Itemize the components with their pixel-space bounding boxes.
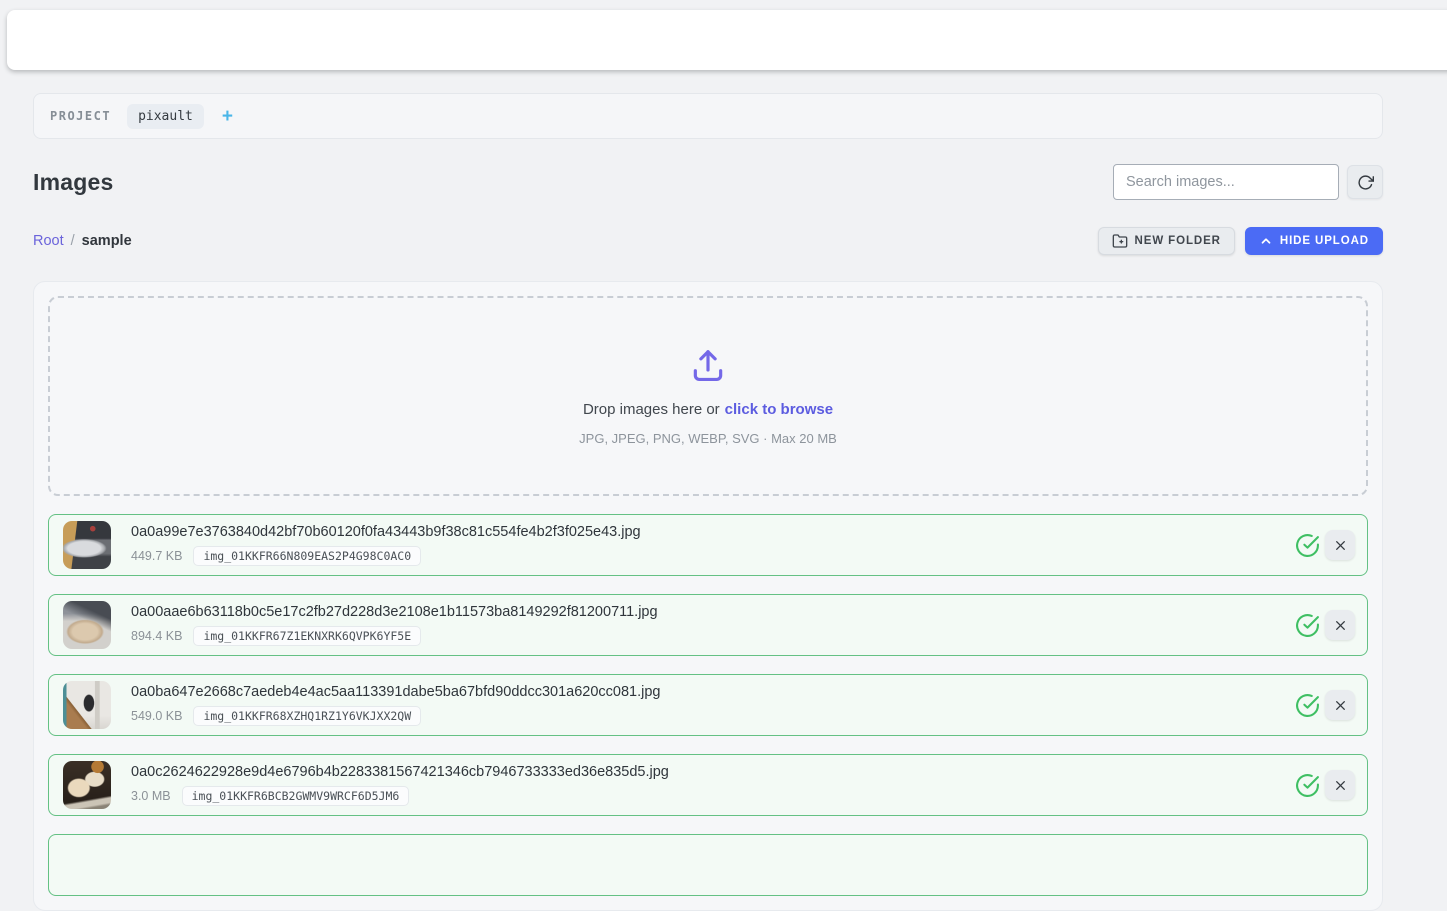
search-area xyxy=(1113,164,1383,200)
close-icon xyxy=(1334,699,1347,712)
uploaded-file-row: 0a0a99e7e3763840d42bf70b60120f0fa43443b9… xyxy=(48,514,1368,576)
upload-success-icon xyxy=(1295,693,1320,718)
file-name: 0a0a99e7e3763840d42bf70b60120f0fa43443b9… xyxy=(131,524,1295,540)
hide-upload-button[interactable]: HIDE UPLOAD xyxy=(1245,227,1383,255)
upload-dropzone[interactable]: Drop images here or click to browse JPG, … xyxy=(48,296,1368,496)
project-name-badge[interactable]: pixault xyxy=(127,104,204,129)
file-name: 0a00aae6b63118b0c5e17c2fb27d228d3e2108e1… xyxy=(131,604,1295,620)
remove-file-button[interactable] xyxy=(1325,770,1355,800)
remove-file-button[interactable] xyxy=(1325,610,1355,640)
uploaded-file-row: 0a0c2624622928e9d4e6796b4b22833815674213… xyxy=(48,754,1368,816)
upload-icon xyxy=(689,347,727,385)
file-size: 449.7 KB xyxy=(131,549,182,563)
breadcrumb-row: Root/sample NEW FOLDER xyxy=(33,227,1383,255)
file-info: 0a0a99e7e3763840d42bf70b60120f0fa43443b9… xyxy=(131,524,1295,566)
app-topbar xyxy=(7,10,1447,70)
uploaded-file-row: 0a00aae6b63118b0c5e17c2fb27d228d3e2108e1… xyxy=(48,594,1368,656)
dropzone-text: Drop images here or click to browse xyxy=(583,401,833,418)
upload-success-icon xyxy=(1295,613,1320,638)
file-meta: 894.4 KB img_01KKFR67Z1EKNXRK6QVPK6YF5E xyxy=(131,626,1295,646)
file-size: 894.4 KB xyxy=(131,629,182,643)
hide-upload-label: HIDE UPLOAD xyxy=(1280,235,1369,247)
folder-actions: NEW FOLDER HIDE UPLOAD xyxy=(1098,227,1383,255)
breadcrumb-separator: / xyxy=(64,233,82,249)
chevron-up-icon xyxy=(1259,234,1273,248)
folder-plus-icon xyxy=(1112,233,1128,249)
file-meta: 549.0 KB img_01KKFR68XZHQ1RZ1Y6VKJXX2QW xyxy=(131,706,1295,726)
file-size: 549.0 KB xyxy=(131,709,182,723)
file-info: 0a0c2624622928e9d4e6796b4b22833815674213… xyxy=(131,764,1295,806)
file-id-badge: img_01KKFR67Z1EKNXRK6QVPK6YF5E xyxy=(193,626,421,646)
add-project-icon[interactable]: + xyxy=(220,107,235,126)
file-info: 0a00aae6b63118b0c5e17c2fb27d228d3e2108e1… xyxy=(131,604,1295,646)
file-name: 0a0ba647e2668c7aedeb4e4ac5aa113391dabe5b… xyxy=(131,684,1295,700)
upload-card: Drop images here or click to browse JPG, … xyxy=(33,281,1383,911)
upload-success-icon xyxy=(1295,773,1320,798)
dropzone-prompt: Drop images here or xyxy=(583,401,720,418)
refresh-icon xyxy=(1357,174,1374,191)
file-id-badge: img_01KKFR66N809EAS2P4G98C0AC0 xyxy=(193,546,421,566)
search-input[interactable] xyxy=(1113,164,1339,200)
close-icon xyxy=(1334,779,1347,792)
uploaded-file-row: 0a0ba647e2668c7aedeb4e4ac5aa113391dabe5b… xyxy=(48,674,1368,736)
close-icon xyxy=(1334,539,1347,552)
upload-list: 0a0a99e7e3763840d42bf70b60120f0fa43443b9… xyxy=(48,514,1368,896)
close-icon xyxy=(1334,619,1347,632)
main-content: PROJECT pixault + Images Root/sample xyxy=(33,93,1383,911)
uploaded-file-row-partial xyxy=(48,834,1368,896)
file-thumbnail xyxy=(63,521,111,569)
upload-success-icon xyxy=(1295,533,1320,558)
file-thumbnail xyxy=(63,681,111,729)
file-meta: 449.7 KB img_01KKFR66N809EAS2P4G98C0AC0 xyxy=(131,546,1295,566)
file-id-badge: img_01KKFR6BCB2GWMV9WRCF6D5JM6 xyxy=(182,786,410,806)
browse-link[interactable]: click to browse xyxy=(725,401,833,418)
file-info: 0a0ba647e2668c7aedeb4e4ac5aa113391dabe5b… xyxy=(131,684,1295,726)
breadcrumb-root-link[interactable]: Root xyxy=(33,233,64,249)
project-label: PROJECT xyxy=(50,109,111,123)
file-id-badge: img_01KKFR68XZHQ1RZ1Y6VKJXX2QW xyxy=(193,706,421,726)
remove-file-button[interactable] xyxy=(1325,530,1355,560)
file-thumbnail xyxy=(63,601,111,649)
header-row: Images xyxy=(33,164,1383,200)
breadcrumb: Root/sample xyxy=(33,233,132,249)
file-size: 3.0 MB xyxy=(131,789,171,803)
new-folder-label: NEW FOLDER xyxy=(1135,235,1221,247)
refresh-button[interactable] xyxy=(1347,165,1383,199)
file-name: 0a0c2624622928e9d4e6796b4b22833815674213… xyxy=(131,764,1295,780)
file-thumbnail xyxy=(63,761,111,809)
remove-file-button[interactable] xyxy=(1325,690,1355,720)
page-title: Images xyxy=(33,169,113,196)
new-folder-button[interactable]: NEW FOLDER xyxy=(1098,227,1235,255)
dropzone-hint: JPG, JPEG, PNG, WEBP, SVG · Max 20 MB xyxy=(579,431,837,446)
file-meta: 3.0 MB img_01KKFR6BCB2GWMV9WRCF6D5JM6 xyxy=(131,786,1295,806)
project-bar: PROJECT pixault + xyxy=(33,93,1383,139)
breadcrumb-current: sample xyxy=(82,233,132,249)
